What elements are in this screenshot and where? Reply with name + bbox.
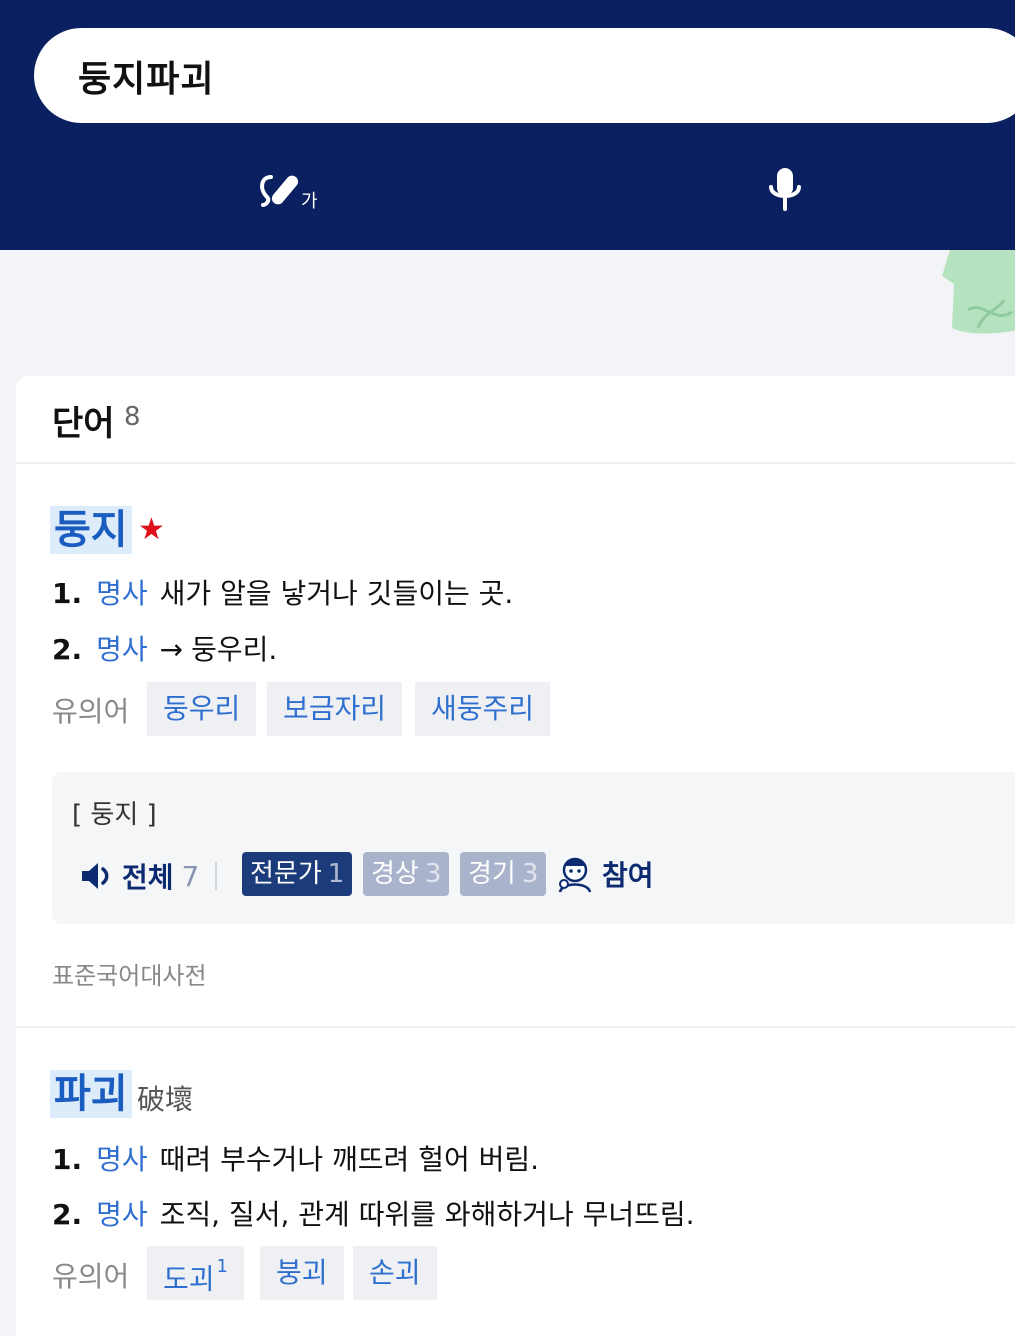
sense-text: 때려 부수거나 깨뜨려 헐어 버림.	[159, 1143, 540, 1176]
chip-label: 경기	[468, 859, 516, 889]
sense-text: 조직, 질서, 관계 따위를 와해하거나 무너뜨림.	[159, 1198, 695, 1231]
join-button[interactable]: 참여	[556, 854, 654, 894]
sense-item: 1. 명사 새가 알을 낳거나 깃들이는 곳.	[52, 572, 513, 612]
entry-headword[interactable]: 파괴	[50, 1070, 132, 1118]
sense-text: 새가 알을 낳거나 깃들이는 곳.	[159, 577, 514, 610]
arrow-icon: →	[159, 633, 184, 666]
ad-banner[interactable]	[0, 250, 1015, 358]
play-all-count: 7	[181, 859, 200, 893]
sense-number: 1.	[52, 577, 83, 610]
divider	[215, 862, 217, 890]
part-of-speech[interactable]: 명사	[96, 633, 148, 666]
handwriting-button[interactable]: 가	[255, 160, 325, 220]
sense-item: 1. 명사 때려 부수거나 깨뜨려 헐어 버림.	[52, 1138, 539, 1178]
star-icon: ★	[138, 512, 165, 547]
play-all-label: 전체	[122, 861, 174, 894]
homonym-number: 1	[216, 1256, 228, 1277]
hanja-text: 破壞	[137, 1083, 194, 1116]
synonym-chip[interactable]: 손괴	[353, 1246, 437, 1300]
clothing-image	[942, 250, 1015, 334]
chip-count: 1	[327, 859, 345, 889]
search-header: 둥지파괴 가	[0, 0, 1015, 250]
speaker-icon	[82, 863, 109, 889]
participant-icon	[558, 857, 592, 893]
search-input[interactable]: 둥지파괴	[34, 28, 1015, 123]
synonym-chip[interactable]: 붕괴	[260, 1246, 344, 1300]
join-label: 참여	[602, 859, 654, 892]
synonym-text: 도괴	[163, 1262, 215, 1296]
sense-item: 2. 명사 → 둥우리.	[52, 628, 277, 668]
voice-search-button[interactable]	[750, 160, 820, 220]
part-of-speech[interactable]: 명사	[96, 1198, 148, 1231]
pronunciation-filter-gyeonggi[interactable]: 경기 3	[460, 852, 547, 896]
search-query: 둥지파괴	[78, 59, 215, 100]
pronunciation-panel: [ 둥지 ] 전체 7 전문가 1 경상 3 경기 3 참여	[52, 772, 1015, 924]
entry-divider	[16, 1026, 1015, 1028]
section-header: 단어 8	[16, 376, 1015, 464]
dictionary-source[interactable]: 표준국어대사전	[52, 956, 207, 991]
play-all-button[interactable]: 전체 7	[80, 856, 199, 896]
synonym-label: 유의어	[52, 695, 130, 728]
synonym-chip[interactable]: 보금자리	[267, 682, 403, 736]
chip-label: 경상	[371, 859, 419, 889]
entry-headword[interactable]: 둥지	[50, 506, 132, 554]
chip-count: 3	[521, 859, 539, 889]
section-count: 8	[124, 402, 141, 432]
pronunciation-word: [ 둥지 ]	[72, 800, 157, 830]
sense-link[interactable]: 둥우리.	[191, 633, 277, 666]
microphone-icon	[769, 168, 801, 211]
handwriting-icon: 가	[260, 175, 318, 212]
synonym-chip[interactable]: 도괴 1	[147, 1246, 244, 1300]
synonym-label: 유의어	[52, 1260, 130, 1293]
sense-number: 2.	[52, 1198, 83, 1231]
synonym-chip[interactable]: 둥우리	[147, 682, 257, 736]
chip-count: 3	[424, 859, 442, 889]
pronunciation-row: 전체 7 전문가 1 경상 3 경기 3 참여	[80, 852, 1015, 898]
sense-item: 2. 명사 조직, 질서, 관계 따위를 와해하거나 무너뜨림.	[52, 1193, 695, 1233]
chip-label: 전문가	[250, 859, 322, 889]
word-results-card: 단어 8 둥지 ★ 1. 명사 새가 알을 낳거나 깃들이는 곳. 2. 명사 → 둥우리…	[16, 376, 1015, 1336]
pronunciation-filter-gyeongsang[interactable]: 경상 3	[363, 852, 450, 896]
part-of-speech[interactable]: 명사	[96, 1143, 148, 1176]
sense-number: 1.	[52, 1143, 83, 1176]
part-of-speech[interactable]: 명사	[96, 577, 148, 610]
sense-number: 2.	[52, 633, 83, 666]
handwriting-glyph: 가	[301, 191, 318, 212]
section-title: 단어	[52, 404, 115, 444]
pronunciation-filter-expert[interactable]: 전문가 1	[242, 852, 353, 896]
synonym-chip[interactable]: 새둥주리	[415, 682, 551, 736]
